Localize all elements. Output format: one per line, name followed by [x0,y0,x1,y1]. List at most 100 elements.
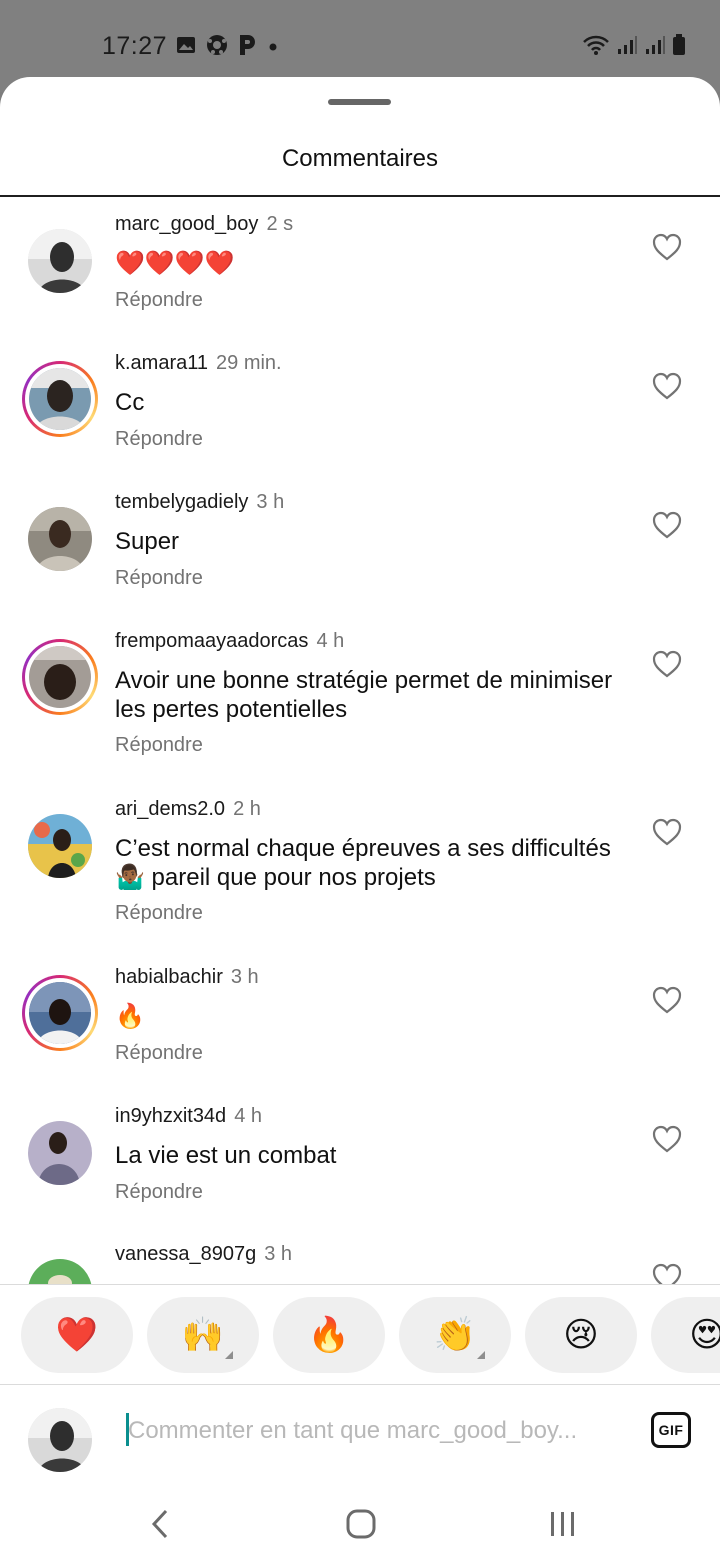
gif-button[interactable]: GIF [651,1412,691,1448]
back-button[interactable] [130,1499,190,1549]
heart-eyes-emoji: 😍 [689,1315,720,1355]
like-heart-icon[interactable] [652,372,682,400]
comments-sheet: Commentaires marc_good_boy 2 s ❤️❤️❤️❤️ R… [0,77,720,1560]
sheet-grabber[interactable] [328,99,391,105]
comment-text: La vie est un combat [115,1142,337,1169]
reaction-heart-eyes-button[interactable]: 😍 [651,1297,720,1373]
wifi-icon [583,35,609,55]
comment-item: k.amara11 29 min. Cc Répondre [0,352,720,472]
crying-face-emoji: 😢 [563,1316,599,1354]
reply-button[interactable]: Répondre [115,428,203,451]
reaction-crying-button[interactable]: 😢 [525,1297,637,1373]
comment-text: Super [115,528,180,555]
raising-hands-emoji: 🙌 [181,1316,225,1354]
comment-item: ari_dems2.0 2 h C’est normal chaque épreu… [0,798,720,948]
avatar-photo [28,229,92,293]
reply-button[interactable]: Répondre [115,1042,203,1065]
like-heart-icon[interactable] [652,818,682,846]
reaction-fire-button[interactable]: 🔥 [273,1297,385,1373]
comment-item: frempomaayaadorcas 4 h Avoir une bonne st… [0,630,720,780]
comment-text: Cc [115,389,145,416]
reply-button[interactable]: Répondre [115,902,203,925]
like-heart-icon[interactable] [652,511,682,539]
comments-list[interactable]: marc_good_boy 2 s ❤️❤️❤️❤️ Répondre k.am… [0,197,720,1284]
soccer-ball-icon [207,35,227,55]
avatar[interactable] [22,808,98,884]
comment-username[interactable]: marc_good_boy [115,213,258,235]
comment-time: 29 min. [216,352,282,374]
avatar-story-ring[interactable] [22,639,98,715]
comment-username[interactable]: frempomaayaadorcas [115,630,308,652]
like-heart-icon[interactable] [652,233,682,261]
quick-reactions-bar: ❤️ 🙌 🔥 👏 😢 😍 [0,1284,720,1385]
back-chevron-icon [151,1509,168,1539]
comment-text: Avoir une bonne stratégie permet de mini… [115,667,613,723]
fire-emoji: 🔥 [307,1316,351,1354]
status-time: 17:27 [102,32,168,60]
comment-time: 4 h [234,1105,262,1127]
comment-username[interactable]: in9yhzxit34d [115,1105,226,1127]
reply-button[interactable]: Répondre [115,1181,203,1204]
variants-indicator-icon [225,1351,233,1359]
like-heart-icon[interactable] [652,650,682,678]
avatar-photo [28,814,92,878]
like-heart-icon[interactable] [652,1263,682,1284]
avatar-photo [28,1121,92,1185]
avatar-photo [29,368,91,430]
recents-button[interactable] [533,1499,593,1549]
comment-item: in9yhzxit34d 4 h La vie est un combat Rép… [0,1105,720,1225]
my-avatar [28,1408,92,1472]
comment-header: marc_good_boy 2 s [115,213,293,236]
avatar[interactable] [22,501,98,577]
status-system-icons [582,34,686,56]
comment-item: vanessa_8907g 3 h [0,1243,720,1284]
comment-username[interactable]: ari_dems2.0 [115,798,225,820]
sheet-title: Commentaires [281,145,439,172]
home-button[interactable] [331,1499,391,1549]
avatar-story-ring[interactable] [22,361,98,437]
avatar[interactable] [22,1253,98,1284]
comment-time: 2 h [233,798,261,820]
comment-username[interactable]: tembelygadiely [115,491,248,513]
avatar-photo [28,507,92,571]
avatar-photo [29,646,91,708]
p-app-icon [240,35,255,55]
reply-button[interactable]: Répondre [115,734,203,757]
signal-icon-1 [618,36,637,54]
text-caret [126,1413,129,1446]
reaction-heart-button[interactable]: ❤️ [21,1297,133,1373]
comment-item: marc_good_boy 2 s ❤️❤️❤️❤️ Répondre [0,213,720,333]
reply-button[interactable]: Répondre [115,289,203,312]
comment-username[interactable]: habialbachir [115,966,223,988]
signal-icon-2 [646,36,665,54]
comment-text: C’est normal chaque épreuves a ses diffi… [115,835,611,891]
comment-header: vanessa_8907g 3 h [115,1243,292,1266]
comment-time: 3 h [256,491,285,513]
reaction-raising-hands-button[interactable]: 🙌 [147,1297,259,1373]
avatar-photo [29,982,91,1044]
variants-indicator-icon [477,1351,485,1359]
comment-username[interactable]: vanessa_8907g [115,1243,256,1265]
avatar[interactable] [22,1115,98,1191]
like-heart-icon[interactable] [652,1125,682,1153]
comment-username[interactable]: k.amara11 [115,352,208,374]
more-notifications-dot-icon [269,43,277,51]
avatar-photo [28,1408,92,1472]
comment-time: 2 s [266,213,294,235]
avatar-story-ring[interactable] [22,975,98,1051]
avatar[interactable] [22,223,98,299]
comment-time: 4 h [316,630,345,652]
battery-icon [673,34,685,55]
comment-time: 3 h [264,1243,293,1265]
like-heart-icon[interactable] [652,986,682,1014]
recents-icon [551,1512,574,1536]
comment-header: k.amara11 29 min. [115,352,282,375]
navigation-bar [0,1485,720,1560]
reply-button[interactable]: Répondre [115,567,203,590]
clapping-hands-emoji: 👏 [433,1316,477,1354]
home-icon [346,1509,376,1539]
reaction-clapping-button[interactable]: 👏 [399,1297,511,1373]
comment-header: frempomaayaadorcas 4 h [115,630,344,653]
comment-item: tembelygadiely 3 h Super Répondre [0,491,720,611]
comment-input[interactable] [128,1411,608,1451]
